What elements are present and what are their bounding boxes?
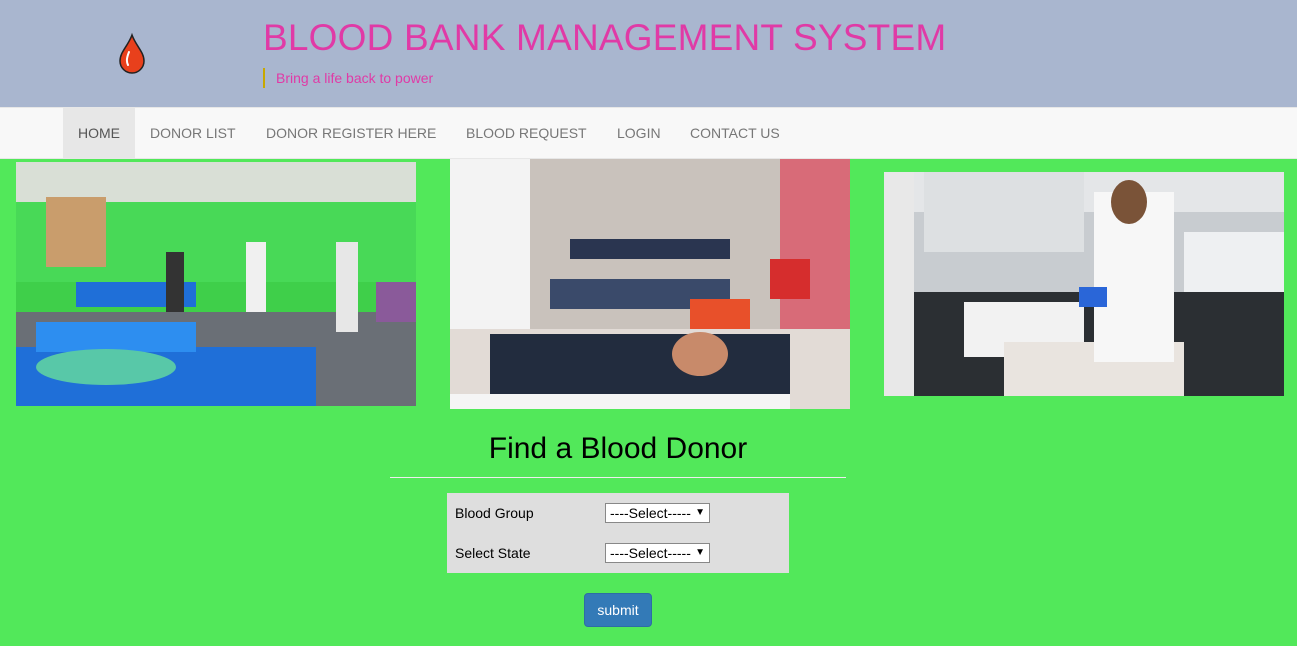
find-donor-form: Blood Group ----Select----- ▼ Select Sta… bbox=[447, 493, 789, 573]
blood-drop-icon bbox=[116, 32, 148, 74]
nav-home[interactable]: HOME bbox=[63, 108, 135, 158]
find-donor-heading: Find a Blood Donor bbox=[488, 432, 748, 465]
submit-button[interactable]: submit bbox=[584, 593, 652, 627]
nav-login[interactable]: LOGIN bbox=[617, 108, 661, 158]
nav-donor-list[interactable]: DONOR LIST bbox=[150, 108, 236, 158]
nav-blood-request[interactable]: BLOOD REQUEST bbox=[466, 108, 587, 158]
lab-technician-photo bbox=[884, 172, 1284, 396]
blood-group-select-value: ----Select----- bbox=[610, 505, 691, 521]
main-navbar: HOME DONOR LIST DONOR REGISTER HERE BLOO… bbox=[0, 107, 1297, 159]
state-select[interactable]: ----Select----- ▼ bbox=[605, 543, 710, 563]
nav-contact-us[interactable]: CONTACT US bbox=[690, 108, 780, 158]
dropdown-arrow-icon: ▼ bbox=[695, 547, 705, 558]
site-header: BLOOD BANK MANAGEMENT SYSTEM Bring a lif… bbox=[0, 0, 1297, 107]
heading-divider bbox=[390, 477, 846, 478]
donation-hall-photo bbox=[16, 162, 416, 406]
site-title: BLOOD BANK MANAGEMENT SYSTEM bbox=[263, 17, 947, 58]
nav-donor-register[interactable]: DONOR REGISTER HERE bbox=[266, 108, 436, 158]
dropdown-arrow-icon: ▼ bbox=[695, 507, 705, 518]
blood-group-select[interactable]: ----Select----- ▼ bbox=[605, 503, 710, 523]
blood-group-label: Blood Group bbox=[455, 505, 534, 521]
site-tagline: Bring a life back to power bbox=[263, 68, 433, 88]
state-select-value: ----Select----- bbox=[610, 545, 691, 561]
state-label: Select State bbox=[455, 545, 531, 561]
donors-on-beds-photo bbox=[450, 159, 850, 409]
